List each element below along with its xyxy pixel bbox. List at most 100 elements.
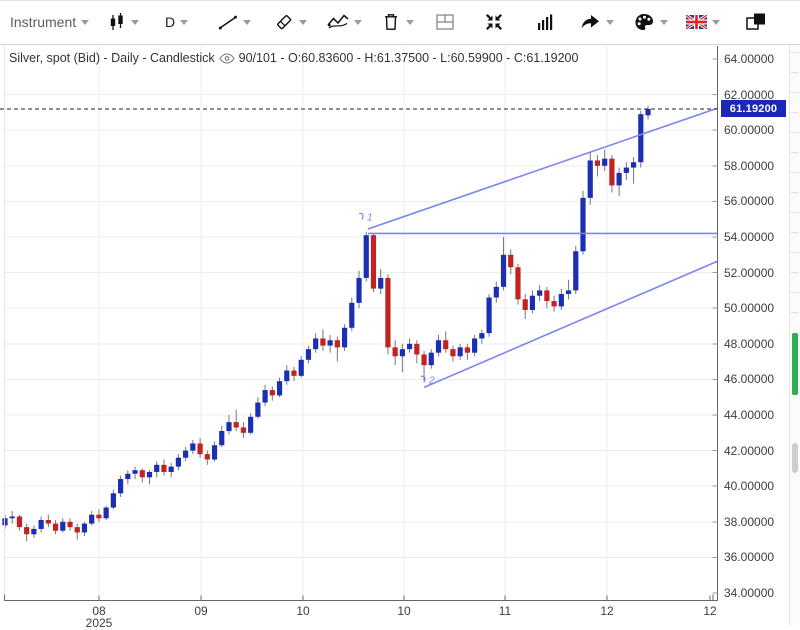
scrollbar-track-mark [791,312,799,313]
chevron-down-icon [243,20,251,25]
candle-down [67,522,72,527]
candle-up [263,390,268,402]
candle-up [104,508,109,519]
candle-down [96,515,101,519]
candle-up [183,451,188,458]
candle-up [255,403,260,417]
delete-drawings-dropdown[interactable] [381,1,414,43]
scrollbar-track-mark [791,152,799,153]
share-dropdown[interactable] [579,1,614,43]
candle-down [270,390,275,395]
price-tick-label: 56.00000 [724,194,786,208]
candle-up [537,290,542,295]
instrument-dropdown[interactable]: Instrument [10,1,89,43]
candle-up [154,465,159,472]
layout-grid-button[interactable] [434,1,456,43]
candle-up [588,160,593,197]
eraser-tool-dropdown[interactable] [274,1,307,43]
chevron-down-icon [81,20,89,25]
scrollbar-track-mark [791,52,799,53]
candle-down [508,255,513,267]
candle-up [645,109,650,115]
eraser-icon [274,12,294,32]
candle-up [631,162,636,167]
candle-down [320,338,325,345]
indicators-dropdown[interactable] [327,1,362,43]
candle-up [277,381,282,395]
wave-text: 2 [428,375,435,386]
trendline-icon [218,12,238,32]
scrollbar-track-mark [791,212,799,213]
candle-up [472,338,477,352]
overlapping-windows-icon [744,11,768,33]
scrollbar-track-mark [791,92,799,93]
chevron-down-icon [660,20,668,25]
chart-canvas[interactable]: 12 [0,0,800,625]
time-tick-label: 11 [488,604,522,618]
wave-annotation-2[interactable]: 2 [421,375,435,386]
scrollbar-track-mark [791,192,799,193]
wave-annotation-1[interactable]: 1 [359,213,373,224]
scrollbar-thumb-green[interactable] [792,333,798,395]
volume-bars-icon [536,12,556,32]
candle-up [313,338,318,349]
candle-down [335,340,340,347]
upper-trendline[interactable] [368,108,718,229]
candle-up [530,296,535,310]
candle-down [450,349,455,356]
price-tick-label: 38.00000 [724,515,786,529]
time-tick-label: 10 [387,604,421,618]
candle-up [299,360,304,376]
fullscreen-arrows-icon [484,12,504,32]
language-dropdown[interactable] [686,1,720,43]
candle-down [552,301,557,306]
time-tick-label: 12 [693,604,727,618]
scrollbar-thumb-gray[interactable] [792,443,798,473]
candle-up [82,524,87,533]
last-price-badge: 61.19200 [721,100,786,117]
palette-icon [634,12,655,32]
candle-down [140,470,145,477]
candle-up [407,344,412,349]
share-arrow-icon [579,12,601,32]
fullscreen-button[interactable] [484,1,504,43]
candle-up [39,520,44,529]
candle-down [465,347,470,352]
volume-button[interactable] [536,1,556,43]
time-tick-label: 09 [184,604,218,618]
line-tools-dropdown[interactable] [218,1,251,43]
candle-down [443,340,448,349]
lower-trendline[interactable] [424,261,718,387]
chart-type-dropdown[interactable] [108,1,139,43]
candle-down [205,454,210,459]
period-dropdown[interactable]: D [165,1,188,43]
candle-down [75,527,80,532]
candle-up [306,349,311,360]
price-tick-label: 36.00000 [724,550,786,564]
chart-title-text: Silver, spot (Bid) - Daily - Candlestick [9,51,215,65]
theme-dropdown[interactable] [634,1,668,43]
candle-up [212,445,217,459]
price-tick-label: 64.00000 [724,52,786,66]
scrollbar-track-mark [791,232,799,233]
eye-icon[interactable] [219,53,235,64]
candle-up [494,287,499,298]
candle-up [284,371,289,382]
scrollbar-track-mark [791,132,799,133]
scrollbar-track-mark [791,112,799,113]
zigzag-indicator-icon [327,12,349,32]
candle-up [219,431,224,445]
chevron-down-icon [712,20,720,25]
time-tick-label: 12 [590,604,624,618]
candle-up [580,198,585,251]
wave-text: 1 [367,213,373,224]
time-tick-label: 082025 [82,604,116,629]
windows-button[interactable] [744,1,768,43]
candle-up [176,458,181,467]
candle-down [234,422,239,427]
candle-up [617,173,622,185]
uk-flag-icon [686,15,707,29]
price-tick-label: 48.00000 [724,337,786,351]
scrollbar-track-mark [791,252,799,253]
chevron-down-icon [354,20,362,25]
